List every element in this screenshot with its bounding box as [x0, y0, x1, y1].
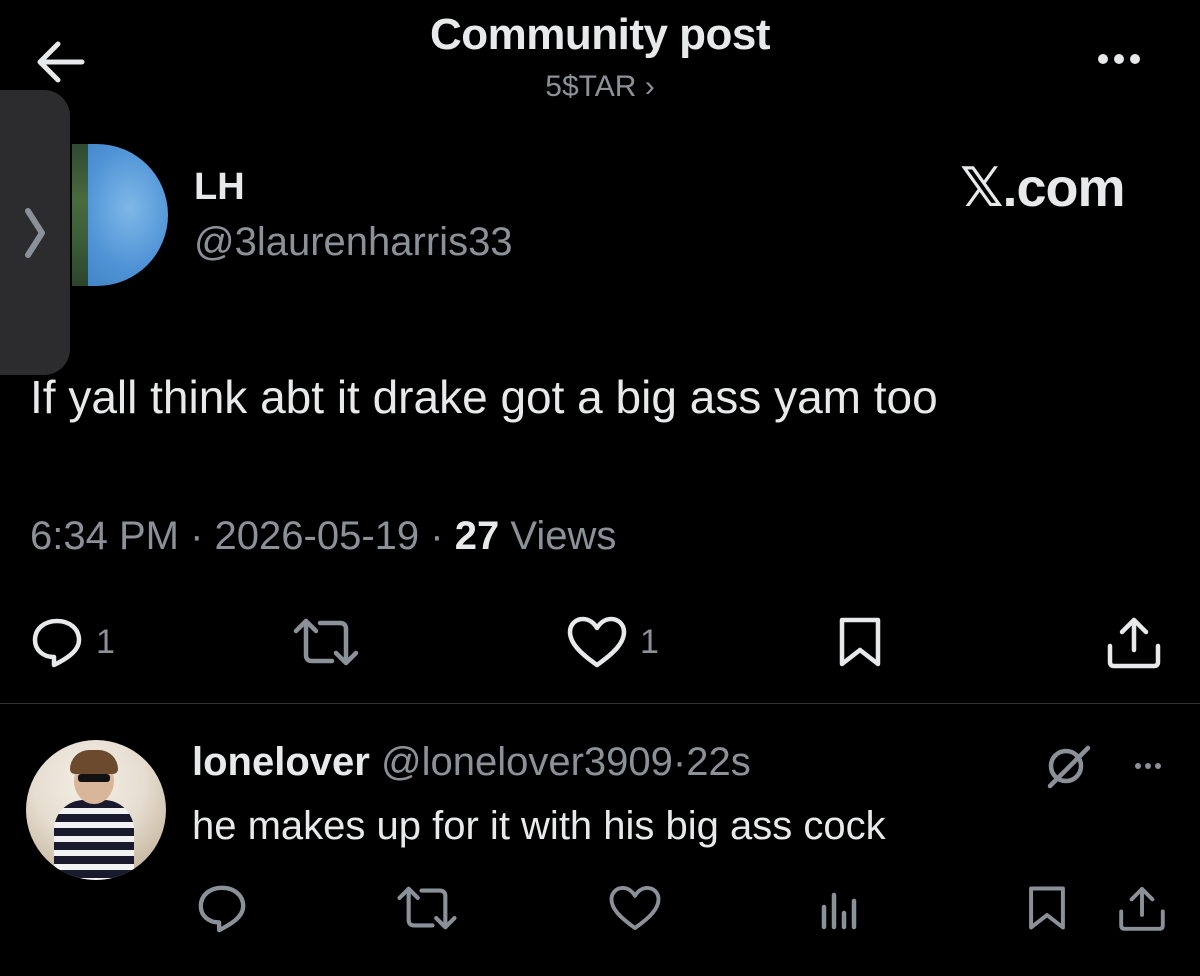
heart-icon	[567, 616, 627, 668]
more-horizontal-icon	[1133, 756, 1163, 774]
author-handle[interactable]: @3laurenharris33	[194, 220, 513, 265]
reply-author-name[interactable]: lonelover	[192, 740, 370, 784]
chevron-right-icon	[25, 207, 45, 258]
grok-button[interactable]	[1044, 742, 1092, 790]
reply-button[interactable]: 1	[30, 612, 115, 672]
meta-separator: ·	[190, 514, 204, 558]
reply-separator: ·	[672, 740, 687, 784]
share-button[interactable]	[1104, 612, 1164, 672]
reply-author-handle[interactable]: @lonelover3909	[381, 740, 673, 784]
bar-chart-icon	[821, 892, 857, 930]
repost-icon	[397, 886, 457, 930]
reply-views-button[interactable]	[818, 878, 862, 938]
reply-like-button[interactable]	[608, 878, 662, 938]
reply-avatar[interactable]	[26, 740, 166, 880]
reply-bookmark-button[interactable]	[1024, 878, 1070, 938]
page-title: Community post	[429, 10, 771, 59]
meta-separator: ·	[430, 514, 444, 558]
x-com-watermark: 𝕏.com	[960, 158, 1126, 218]
bookmark-icon	[839, 617, 881, 667]
reply-reply-button[interactable]	[196, 878, 248, 938]
community-link[interactable]: 5$TAR ›	[0, 70, 1200, 104]
repost-button[interactable]	[290, 612, 362, 672]
share-icon	[1107, 617, 1161, 669]
views-label: Views	[510, 514, 617, 558]
heart-icon	[609, 886, 661, 930]
reply-repost-button[interactable]	[394, 878, 460, 938]
bookmark-icon	[1029, 886, 1065, 930]
bookmark-button[interactable]	[834, 612, 886, 672]
speech-bubble-icon	[198, 885, 246, 933]
views-count: 27	[454, 514, 500, 558]
speech-bubble-icon	[32, 618, 82, 668]
reply-more-button[interactable]	[1118, 750, 1178, 780]
author-name[interactable]: LH	[194, 166, 245, 209]
divider	[0, 703, 1200, 704]
reply-text: he makes up for it with his big ass cock	[192, 804, 886, 848]
side-panel-handle[interactable]	[0, 90, 70, 375]
share-icon	[1119, 886, 1165, 931]
post-date[interactable]: 2026-05-19	[215, 514, 420, 558]
reply-share-button[interactable]	[1116, 878, 1168, 938]
post-time[interactable]: 6:34 PM	[30, 514, 179, 558]
repost-icon	[293, 618, 359, 666]
post-metadata: 6:34 PM · 2026-05-19 · 27 Views	[30, 514, 616, 559]
like-button[interactable]: 1	[566, 612, 659, 672]
grok-icon	[1047, 745, 1091, 789]
reply-time[interactable]: 22s	[686, 740, 751, 784]
reply-header: lonelover @lonelover3909·22s	[192, 740, 751, 785]
reply-count: 1	[96, 622, 115, 661]
author-avatar[interactable]	[72, 144, 168, 286]
post-text: If yall think abt it drake got a big ass…	[30, 371, 938, 423]
like-count: 1	[640, 622, 659, 661]
more-horizontal-icon	[1095, 51, 1143, 69]
more-options-button[interactable]	[1084, 40, 1154, 80]
